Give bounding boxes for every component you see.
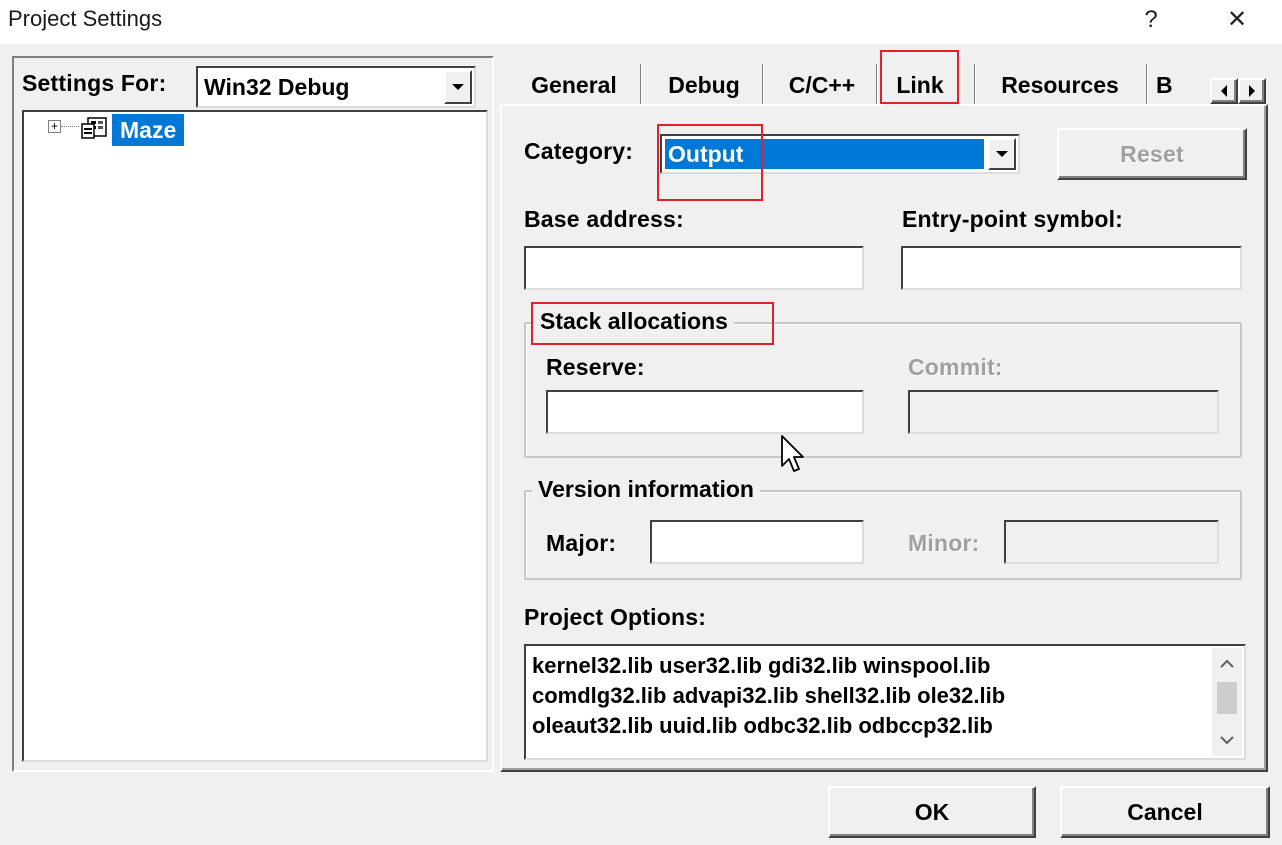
commit-input <box>908 390 1219 434</box>
tab-scroll-left-button[interactable] <box>1210 78 1238 104</box>
tree-expand-icon[interactable]: + <box>48 120 61 133</box>
project-options-line: oleaut32.lib uuid.lib odbc32.lib odbccp3… <box>532 713 993 738</box>
version-information-title: Version information <box>532 476 760 503</box>
ok-button[interactable]: OK <box>828 786 1036 838</box>
reset-button[interactable]: Reset <box>1057 128 1247 180</box>
tab-scroll-buttons <box>1210 78 1266 104</box>
project-options-line: comdlg32.lib advapi32.lib shell32.lib ol… <box>532 683 1006 708</box>
combo-dropdown-button[interactable] <box>444 70 472 104</box>
help-icon: ? <box>1144 6 1158 33</box>
scroll-thumb[interactable] <box>1217 682 1237 714</box>
chevron-down-icon <box>996 151 1008 157</box>
settings-for-value: Win32 Debug <box>204 74 350 100</box>
project-icon <box>80 116 108 142</box>
chevron-right-icon <box>1249 85 1255 97</box>
tab-separator <box>640 64 642 104</box>
scroll-up-button[interactable] <box>1212 652 1242 676</box>
base-address-input[interactable] <box>524 246 864 290</box>
reserve-input[interactable] <box>546 390 864 434</box>
category-dropdown-button[interactable] <box>988 138 1016 170</box>
cancel-button[interactable]: Cancel <box>1060 786 1270 838</box>
category-label: Category: <box>524 138 634 164</box>
project-options-line: kernel32.lib user32.lib gdi32.lib winspo… <box>532 653 991 678</box>
tree-connector <box>61 126 79 127</box>
minor-label: Minor: <box>908 530 980 556</box>
chevron-down-icon <box>1220 736 1234 745</box>
scroll-down-button[interactable] <box>1212 728 1242 752</box>
project-options-textarea[interactable]: kernel32.lib user32.lib gdi32.lib winspo… <box>524 644 1246 760</box>
mouse-cursor-icon <box>780 434 806 479</box>
tab-scroll-right-button[interactable] <box>1238 78 1266 104</box>
entry-point-input[interactable] <box>901 246 1242 290</box>
tab-separator <box>762 64 764 104</box>
commit-label: Commit: <box>908 354 1003 380</box>
minor-input <box>1004 520 1219 564</box>
stack-allocations-highlight <box>531 302 774 345</box>
help-button[interactable]: ? <box>1131 4 1171 36</box>
tab-separator <box>1146 64 1148 104</box>
tree-item-maze[interactable]: Maze <box>112 114 185 146</box>
major-label: Major: <box>546 530 617 556</box>
close-icon: ✕ <box>1226 6 1248 33</box>
options-scrollbar[interactable] <box>1212 648 1242 756</box>
entry-point-label: Entry-point symbol: <box>902 206 1124 232</box>
tab-c-cpp[interactable]: C/C++ <box>770 62 874 108</box>
link-tab-highlight <box>880 50 959 104</box>
close-button[interactable]: ✕ <box>1217 4 1257 36</box>
chevron-up-icon <box>1220 659 1234 668</box>
settings-for-label: Settings For: <box>22 70 167 96</box>
tab-debug[interactable]: Debug <box>650 62 758 108</box>
chevron-down-icon <box>452 84 464 90</box>
title-bar: Project Settings ? ✕ <box>0 0 1282 44</box>
chevron-left-icon <box>1221 85 1227 97</box>
tab-general[interactable]: General <box>515 62 633 108</box>
project-tree[interactable] <box>22 110 488 762</box>
tab-browse-partial[interactable]: B <box>1156 62 1192 108</box>
category-highlight <box>657 124 763 201</box>
tab-separator <box>876 64 878 104</box>
tab-separator <box>974 64 976 104</box>
tab-resources[interactable]: Resources <box>982 62 1138 108</box>
major-input[interactable] <box>650 520 864 564</box>
settings-for-combo[interactable]: Win32 Debug <box>196 66 476 108</box>
reserve-label: Reserve: <box>546 354 645 380</box>
project-options-label: Project Options: <box>524 604 707 630</box>
base-address-label: Base address: <box>524 206 684 232</box>
window-title: Project Settings <box>8 6 163 31</box>
